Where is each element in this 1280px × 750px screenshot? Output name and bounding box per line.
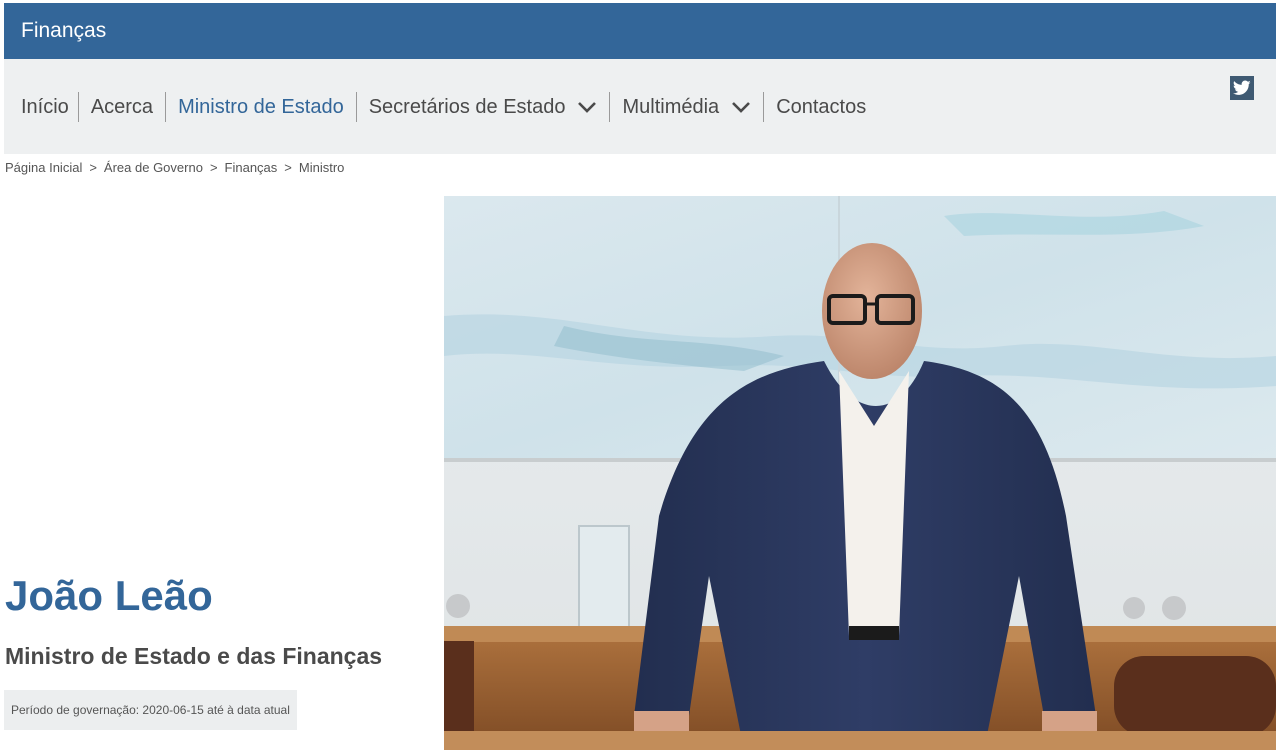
chevron-down-icon[interactable]	[731, 97, 751, 117]
twitter-icon[interactable]	[1230, 76, 1254, 100]
nav-item-label: Multimédia	[622, 95, 720, 118]
breadcrumb-item-financas[interactable]: Finanças	[225, 160, 278, 175]
nav-item-inicio[interactable]: Início	[4, 92, 78, 122]
governance-period-badge: Período de governação: 2020-06-15 até à …	[4, 690, 297, 730]
nav-item-label: Acerca	[90, 95, 154, 118]
nav-item-acerca[interactable]: Acerca	[77, 92, 165, 122]
nav-list: Início Acerca Ministro de Estado Secretá…	[4, 92, 878, 122]
breadcrumb-separator: >	[209, 160, 218, 175]
twitter-bird-icon	[1233, 80, 1251, 95]
breadcrumb-separator: >	[89, 160, 97, 175]
portrait-illustration	[444, 196, 1276, 750]
breadcrumb-item-area-de-governo[interactable]: Área de Governo	[104, 160, 203, 175]
nav-item-contactos[interactable]: Contactos	[763, 92, 878, 122]
nav-item-label: Início	[21, 95, 69, 118]
nav-item-multimedia[interactable]: Multimédia	[609, 92, 763, 122]
breadcrumb-separator: >	[284, 160, 292, 175]
breadcrumb-item-current: Ministro	[298, 160, 345, 175]
nav-item-secretarios-de-estado[interactable]: Secretários de Estado	[355, 92, 610, 122]
breadcrumb-item-home[interactable]: Página Inicial	[5, 160, 82, 175]
nav-item-label: Ministro de Estado	[178, 95, 344, 118]
chevron-down-icon[interactable]	[577, 97, 597, 117]
nav-item-label: Secretários de Estado	[368, 95, 566, 118]
breadcrumb: Página Inicial > Área de Governo > Finan…	[5, 160, 344, 175]
role-title: Ministro de Estado e das Finanças	[5, 643, 383, 669]
site-header: Finanças	[4, 3, 1276, 59]
site-brand[interactable]: Finanças	[21, 19, 106, 43]
main-navigation: Início Acerca Ministro de Estado Secretá…	[4, 59, 1276, 154]
page-title: João Leão	[5, 572, 213, 619]
nav-item-ministro-de-estado[interactable]: Ministro de Estado	[165, 92, 356, 122]
nav-item-label: Contactos	[776, 95, 867, 118]
minister-portrait	[444, 196, 1276, 750]
